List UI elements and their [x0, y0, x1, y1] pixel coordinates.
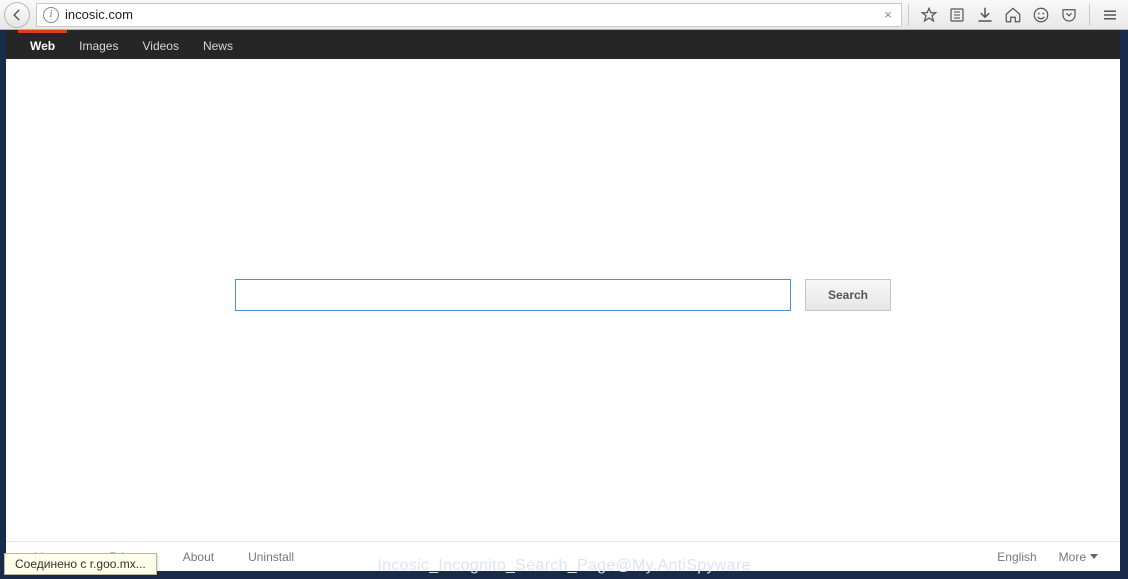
page-content: Web Images Videos News Search License Pr… [6, 30, 1120, 571]
back-button[interactable] [4, 2, 30, 28]
clear-url-button[interactable]: × [879, 6, 897, 24]
footer-more-label: More [1059, 550, 1086, 564]
tab-web[interactable]: Web [18, 30, 67, 59]
search-wrap: Search [235, 279, 891, 311]
url-bar[interactable]: i incosic.com × [36, 3, 902, 27]
bookmark-star-icon[interactable] [915, 2, 943, 28]
url-text: incosic.com [65, 7, 879, 22]
tab-news[interactable]: News [191, 30, 245, 59]
toolbar-separator [1089, 4, 1090, 26]
footer-more[interactable]: More [1059, 550, 1098, 564]
downloads-icon[interactable] [971, 2, 999, 28]
pocket-icon[interactable] [1055, 2, 1083, 28]
viewport: Web Images Videos News Search License Pr… [0, 30, 1128, 579]
menu-icon[interactable] [1096, 2, 1124, 28]
library-icon[interactable] [943, 2, 971, 28]
browser-toolbar: i incosic.com × [0, 0, 1128, 30]
chevron-down-icon [1090, 554, 1098, 559]
footer-right: English More [997, 550, 1098, 564]
smiley-icon[interactable] [1027, 2, 1055, 28]
tab-images[interactable]: Images [67, 30, 130, 59]
footer-link-about[interactable]: About [183, 550, 214, 564]
footer-language[interactable]: English [997, 550, 1036, 564]
site-info-icon[interactable]: i [43, 7, 59, 23]
status-tooltip: Соединено с r.goo.mx... [4, 553, 157, 575]
toolbar-separator [908, 4, 909, 26]
toolbar-icons [902, 2, 1124, 28]
home-icon[interactable] [999, 2, 1027, 28]
footer: License Privacy About Uninstall English … [6, 541, 1120, 571]
main-area: Search [6, 59, 1120, 541]
tab-videos[interactable]: Videos [130, 30, 190, 59]
search-button[interactable]: Search [805, 279, 891, 311]
arrow-left-icon [10, 8, 24, 22]
top-nav: Web Images Videos News [6, 30, 1120, 59]
search-input[interactable] [235, 279, 791, 311]
footer-link-uninstall[interactable]: Uninstall [248, 550, 294, 564]
